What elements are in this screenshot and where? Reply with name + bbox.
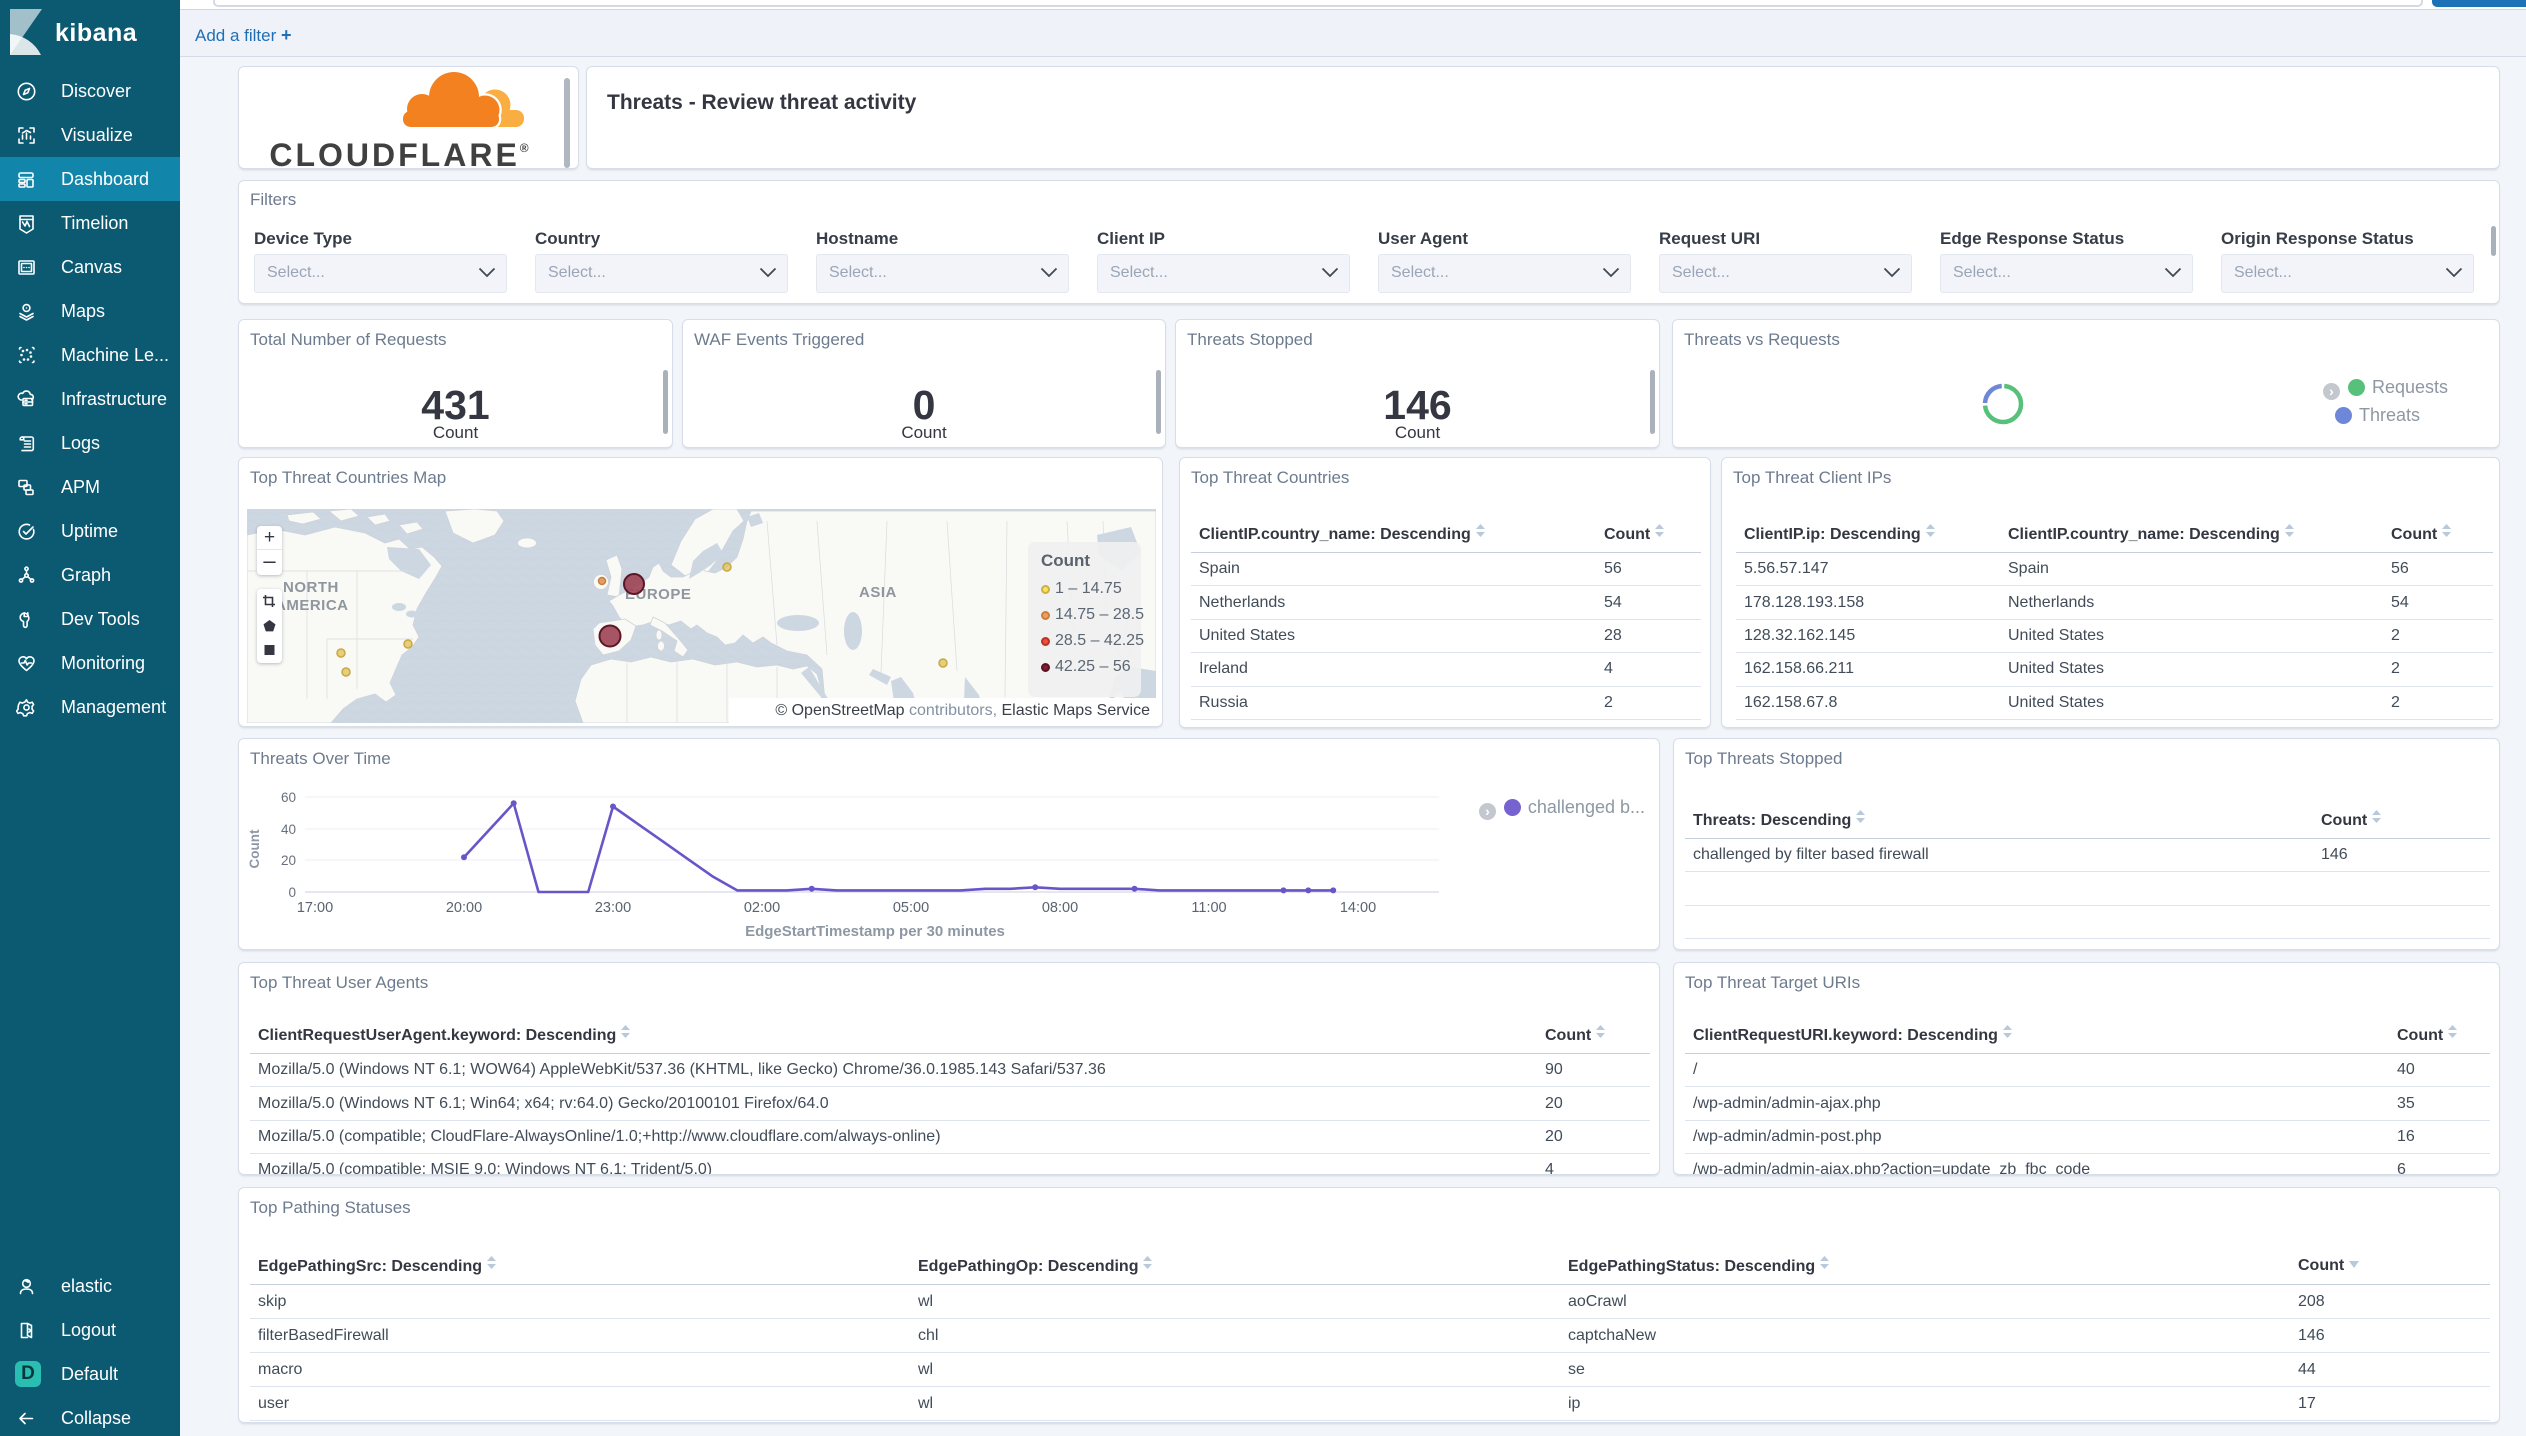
svg-text:0: 0: [288, 885, 296, 900]
svg-text:20:00: 20:00: [446, 900, 482, 916]
svg-text:NORTH: NORTH: [283, 579, 339, 596]
svg-text:60: 60: [281, 790, 296, 805]
svg-text:02:00: 02:00: [744, 900, 780, 916]
svg-text:ASIA: ASIA: [859, 584, 897, 601]
svg-text:14:00: 14:00: [1340, 900, 1376, 916]
svg-text:08:00: 08:00: [1042, 900, 1078, 916]
svg-text:Count: Count: [247, 829, 262, 868]
svg-text:40: 40: [281, 822, 296, 837]
svg-text:23:00: 23:00: [595, 900, 631, 916]
svg-text:11:00: 11:00: [1191, 900, 1226, 916]
svg-text:05:00: 05:00: [893, 900, 929, 916]
svg-text:EdgeStartTimestamp per 30 minu: EdgeStartTimestamp per 30 minutes: [745, 923, 1005, 939]
svg-text:20: 20: [281, 853, 296, 868]
svg-text:AMERICA: AMERICA: [275, 597, 349, 614]
svg-text:17:00: 17:00: [297, 900, 333, 916]
